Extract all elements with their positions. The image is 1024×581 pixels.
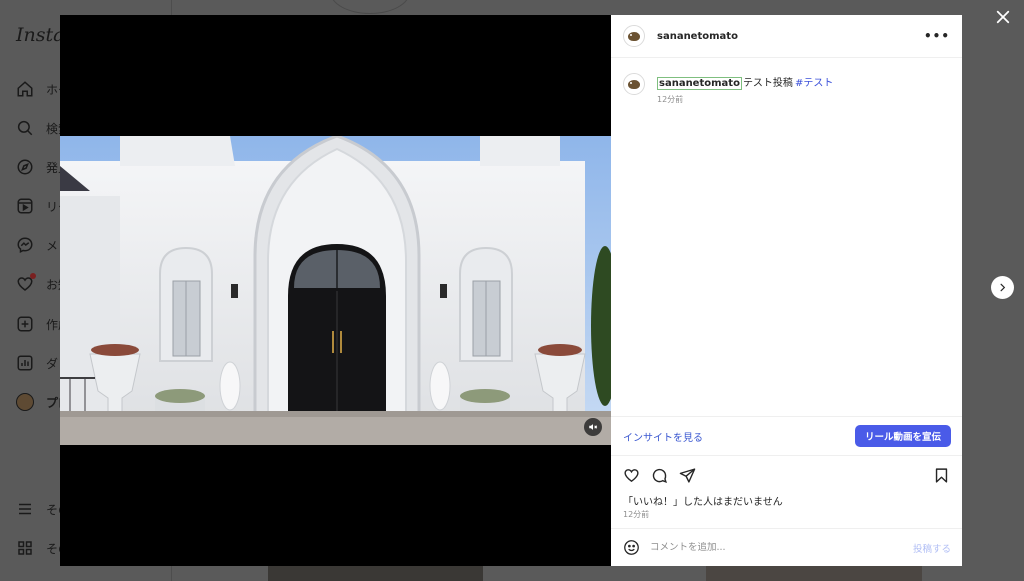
nav-dashboard-label: ダ: [46, 356, 59, 371]
post-header: sananetomato •••: [611, 15, 962, 58]
caption-body: sananetomato テスト投稿 #テスト 12分前: [657, 73, 833, 105]
messenger-icon: [17, 237, 33, 253]
view-insights-link[interactable]: インサイトを見る: [623, 429, 703, 444]
close-icon[interactable]: [994, 8, 1012, 26]
menu-icon: [19, 503, 31, 515]
mute-button[interactable]: [584, 418, 602, 436]
nav-notifications-icon-wrap: [16, 273, 36, 293]
like-heart-icon[interactable]: [623, 467, 640, 484]
comment-bar: 投稿する: [611, 528, 962, 566]
caption-avatar[interactable]: [623, 73, 645, 95]
header-username[interactable]: sananetomato: [657, 31, 738, 42]
post-photo: [60, 136, 611, 445]
notification-dot: [30, 273, 36, 279]
search-icon: [17, 120, 33, 136]
capybara-avatar-icon: [628, 79, 640, 89]
nav-dashboard: ダ: [16, 354, 58, 372]
user-avatar[interactable]: [623, 25, 645, 47]
caption-line: sananetomato テスト投稿 #テスト: [657, 74, 833, 90]
explore-icon: [17, 159, 33, 175]
caption-username[interactable]: sananetomato: [657, 77, 742, 90]
caption: sananetomato テスト投稿 #テスト 12分前: [623, 73, 833, 105]
reels-icon: [17, 198, 33, 214]
post-details-panel: sananetomato ••• sananetomato テスト投稿 #テスト 1…: [611, 15, 962, 566]
emoji-icon[interactable]: [623, 539, 640, 556]
profile-avatar: [16, 393, 34, 411]
likes-summary: 「いいね！」した人はまだいません: [623, 497, 783, 508]
caption-text: テスト投稿: [742, 78, 793, 89]
insights-row: インサイトを見る リール動画を宣伝: [611, 416, 962, 456]
post-media[interactable]: [60, 15, 611, 566]
capybara-avatar-icon: [628, 31, 640, 41]
background-story-ring: [330, 0, 410, 14]
comment-input[interactable]: [650, 542, 913, 553]
post-timestamp: 12分前: [623, 510, 650, 519]
speaker-muted-icon: [589, 424, 598, 430]
more-options-button[interactable]: •••: [924, 30, 950, 42]
create-icon: [17, 316, 33, 332]
nav-messages: メ: [16, 236, 58, 254]
next-post-button[interactable]: [991, 276, 1014, 299]
apps-icon: [18, 541, 32, 555]
bookmark-icon[interactable]: [933, 467, 950, 484]
chevron-right-icon: [1000, 283, 1006, 292]
comment-icon[interactable]: [651, 467, 668, 484]
post-actions: [623, 466, 950, 484]
dashboard-icon: [17, 355, 33, 371]
background-thumbnail: [268, 566, 483, 581]
home-icon: [17, 81, 33, 97]
promote-reel-button[interactable]: リール動画を宣伝: [854, 425, 951, 447]
caption-timestamp: 12分前: [657, 95, 684, 104]
share-icon[interactable]: [679, 467, 696, 484]
post-comment-button[interactable]: 投稿する: [913, 541, 951, 555]
hashtag-link[interactable]: #テスト: [795, 78, 833, 89]
nav-messages-label: メ: [46, 238, 59, 253]
background-thumbnail: [706, 566, 922, 581]
